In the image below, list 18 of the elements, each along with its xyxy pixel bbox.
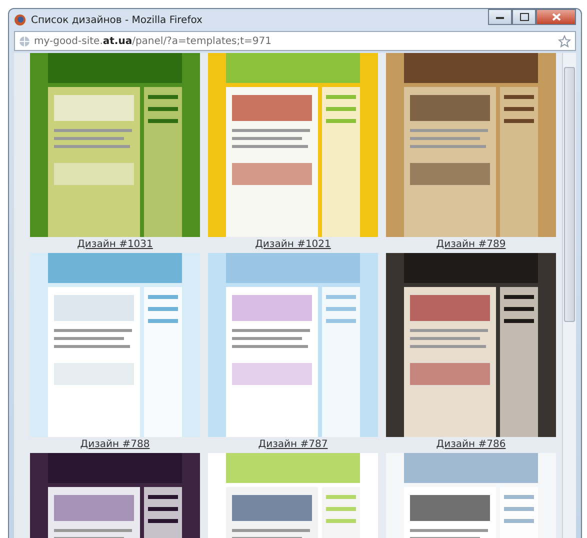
- minimize-button[interactable]: [488, 9, 512, 25]
- address-field[interactable]: my-good-site.at.ua/panel/?a=templates;t=971: [14, 31, 576, 51]
- maximize-icon: [520, 13, 528, 21]
- star-icon[interactable]: [558, 34, 571, 48]
- browser-logo-icon: [14, 14, 26, 26]
- minimize-icon: [496, 16, 504, 18]
- close-button[interactable]: [536, 9, 576, 25]
- design-link[interactable]: Дизайн #787: [208, 437, 378, 453]
- design-link[interactable]: Дизайн #786: [386, 437, 556, 453]
- close-icon: [552, 13, 560, 21]
- scrollbar[interactable]: [562, 53, 576, 538]
- maximize-button[interactable]: [512, 9, 536, 25]
- globe-icon: [19, 36, 30, 46]
- design-link[interactable]: Дизайн #789: [386, 237, 556, 253]
- design-link[interactable]: Дизайн #1031: [30, 237, 200, 253]
- design-link[interactable]: Дизайн #788: [30, 437, 200, 453]
- design-link[interactable]: Дизайн #1021: [208, 237, 378, 253]
- window-title: Список дизайнов - Mozilla Firefox: [31, 14, 202, 28]
